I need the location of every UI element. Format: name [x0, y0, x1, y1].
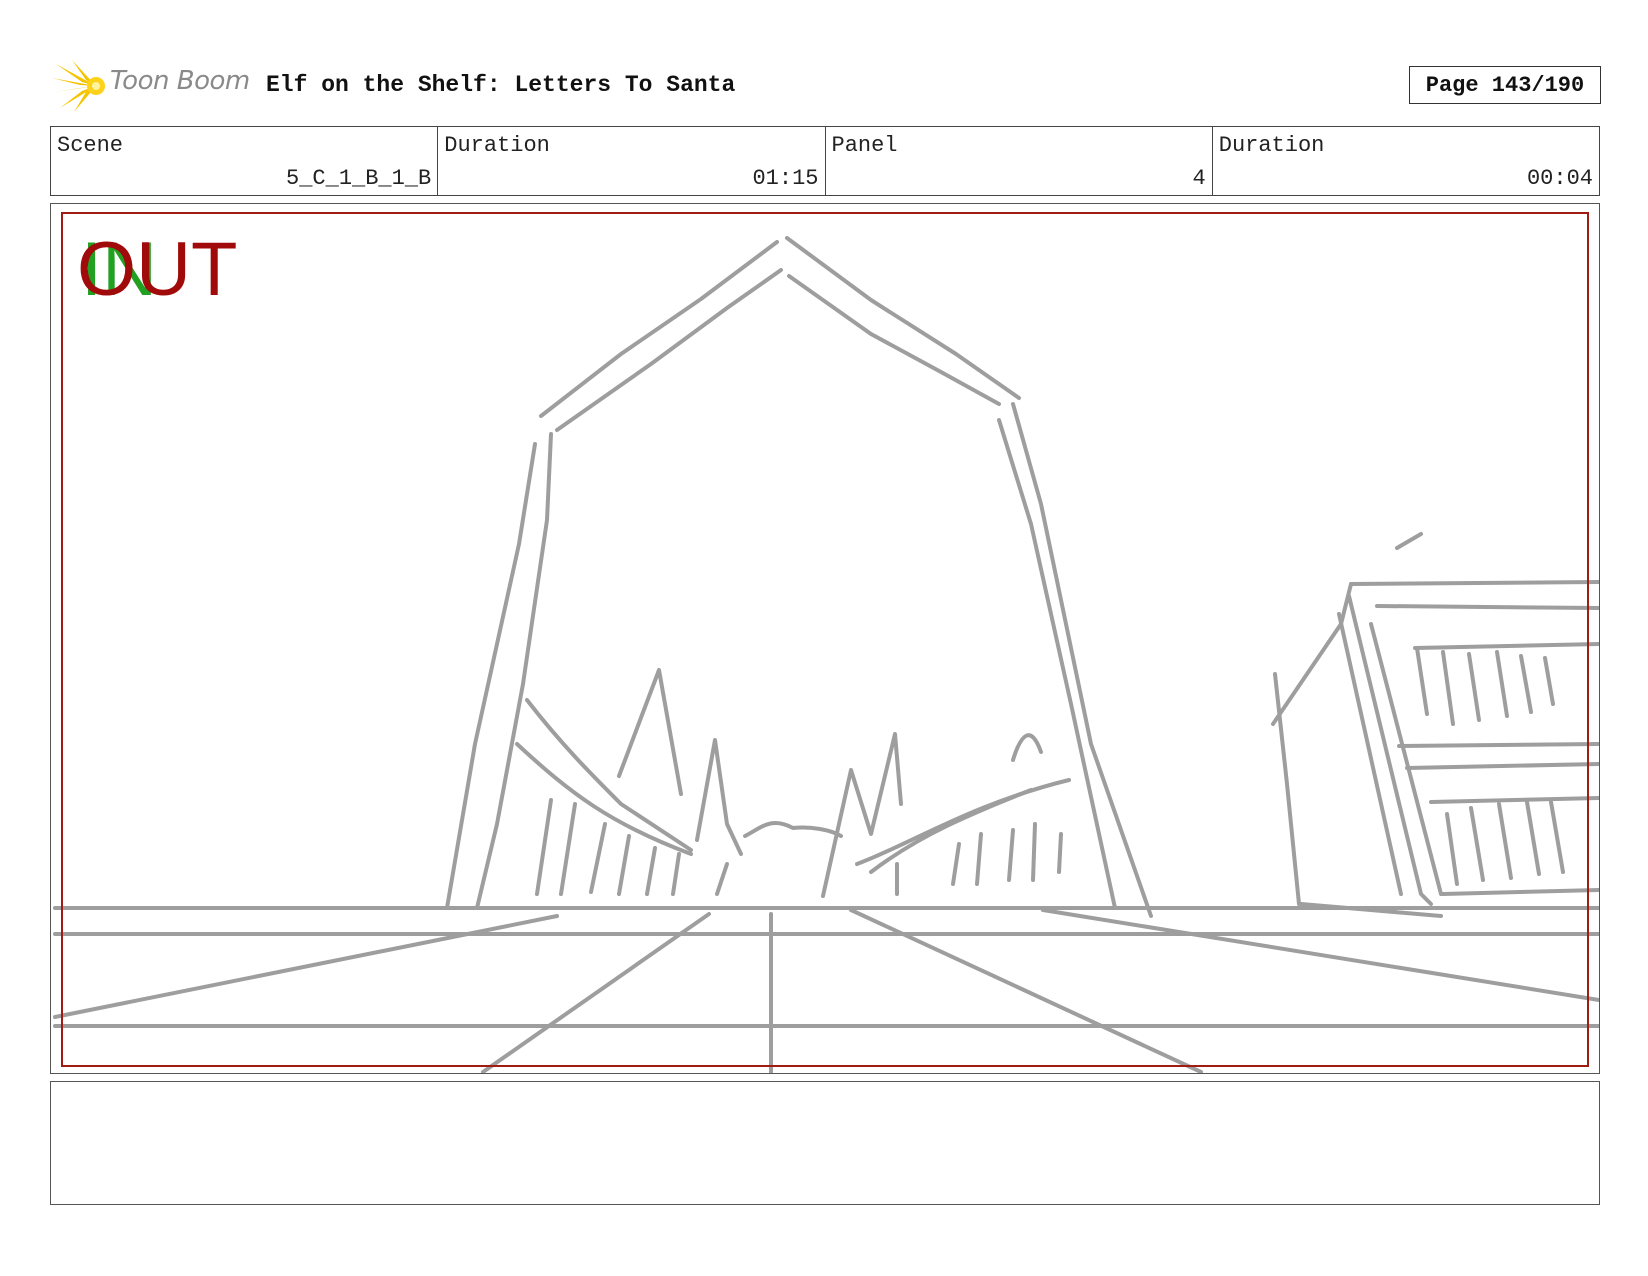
panel-cell: Panel 4 [826, 127, 1213, 195]
logo-text: Toon Boom [110, 66, 250, 96]
panel-sketch [53, 236, 1599, 1073]
panel-label: Panel [831, 133, 898, 158]
panel-notes-box [50, 1081, 1600, 1205]
panel-duration-value: 00:04 [1526, 166, 1593, 191]
in-out-marker: IN OUT [77, 232, 257, 312]
storyboard-panel: IN OUT [50, 203, 1600, 1074]
toon-boom-logo: Toon Boom [52, 58, 252, 114]
out-tag: OUT [77, 227, 238, 312]
starburst-icon [52, 60, 105, 112]
scene-info-row: Scene 5_C_1_B_1_B Duration 01:15 Panel 4… [50, 126, 1600, 196]
scene-duration-cell: Duration 01:15 [438, 127, 826, 195]
scene-label: Scene [57, 133, 124, 158]
scene-duration-label: Duration [444, 133, 550, 158]
panel-value: 4 [1192, 166, 1206, 191]
page-number: Page 143/190 [1409, 66, 1601, 104]
scene-value: 5_C_1_B_1_B [286, 166, 432, 191]
panel-duration-label: Duration [1218, 133, 1325, 158]
scene-duration-value: 01:15 [752, 166, 819, 191]
scene-cell: Scene 5_C_1_B_1_B [51, 127, 439, 195]
document-title: Elf on the Shelf: Letters To Santa [266, 72, 736, 98]
panel-duration-cell: Duration 00:04 [1213, 127, 1599, 195]
